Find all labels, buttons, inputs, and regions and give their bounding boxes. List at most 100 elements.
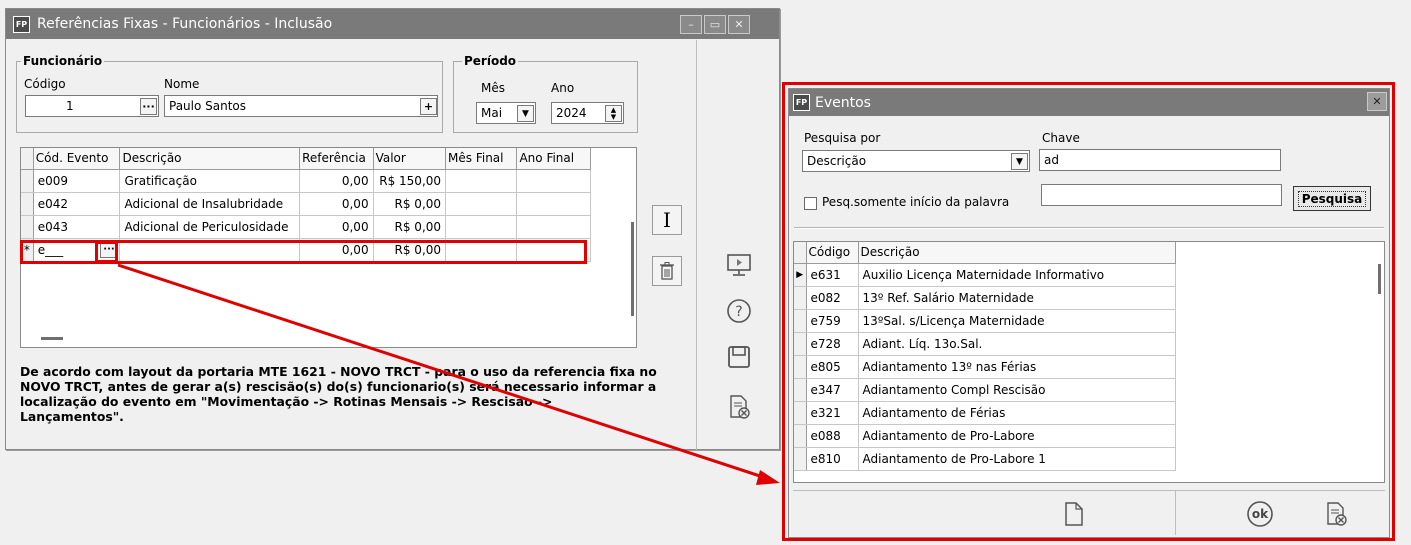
column-header[interactable]: Descrição bbox=[119, 148, 301, 170]
row-indicator[interactable]: ▶ bbox=[794, 263, 807, 287]
cancel-document-icon[interactable] bbox=[1319, 497, 1353, 531]
cell-descricao[interactable]: Adiantamento de Férias bbox=[858, 401, 1176, 425]
row-indicator[interactable] bbox=[794, 332, 807, 356]
cell-ano-final[interactable] bbox=[516, 215, 591, 239]
delete-row-button[interactable] bbox=[652, 256, 682, 286]
table-row[interactable]: e347 Adiantamento Compl Rescisão bbox=[794, 378, 1176, 402]
codigo-field[interactable]: 1 bbox=[25, 95, 159, 117]
column-header[interactable]: Código bbox=[806, 242, 859, 264]
row-indicator[interactable] bbox=[794, 309, 807, 333]
mes-dropdown-icon[interactable]: ▼ bbox=[517, 105, 534, 122]
row-indicator[interactable] bbox=[21, 215, 34, 239]
table-row[interactable]: e009 Gratificação 0,00 R$ 150,00 bbox=[21, 169, 591, 193]
nome-add-button[interactable]: + bbox=[420, 98, 437, 115]
table-row[interactable]: e088 Adiantamento de Pro-Labore bbox=[794, 424, 1176, 448]
palavra-checkbox-label[interactable]: Pesq.somente início da palavra bbox=[822, 195, 1009, 209]
cell-mes-final[interactable] bbox=[445, 192, 518, 216]
row-indicator[interactable] bbox=[794, 424, 807, 448]
table-row-new[interactable]: * e___ ··· 0,00 R$ 0,00 bbox=[21, 238, 591, 262]
cell-desc[interactable]: Adicional de Insalubridade bbox=[119, 192, 301, 216]
cell-ref[interactable]: 0,00 bbox=[299, 238, 374, 262]
column-header[interactable]: Valor bbox=[373, 148, 447, 170]
codigo-lookup-button[interactable]: ··· bbox=[140, 98, 157, 115]
row-indicator-new[interactable]: * bbox=[21, 238, 34, 262]
cell-ref[interactable]: 0,00 bbox=[299, 215, 374, 239]
cell-codigo[interactable]: e805 bbox=[806, 355, 859, 379]
cell-mes-final[interactable] bbox=[445, 215, 518, 239]
close-icon[interactable]: ✕ bbox=[728, 15, 750, 34]
palavra-checkbox[interactable] bbox=[804, 197, 817, 210]
cell-ref[interactable]: 0,00 bbox=[299, 169, 374, 193]
table-row[interactable]: e043 Adicional de Periculosidade 0,00 R$… bbox=[21, 215, 591, 239]
cell-cod[interactable]: e009 bbox=[33, 169, 121, 193]
minimize-icon[interactable]: – bbox=[680, 15, 702, 34]
eventos-titlebar[interactable]: FP Eventos ✕ bbox=[789, 89, 1389, 116]
new-document-icon[interactable] bbox=[1057, 497, 1091, 531]
row-indicator[interactable] bbox=[794, 355, 807, 379]
save-icon[interactable] bbox=[722, 340, 756, 374]
cell-cod[interactable]: e043 bbox=[33, 215, 121, 239]
event-lookup-button[interactable]: ··· bbox=[100, 240, 118, 258]
cell-codigo[interactable]: e728 bbox=[806, 332, 859, 356]
eventos-close-icon[interactable]: ✕ bbox=[1367, 92, 1387, 111]
table-row[interactable]: e042 Adicional de Insalubridade 0,00 R$ … bbox=[21, 192, 591, 216]
cell-ano-final[interactable] bbox=[516, 238, 591, 262]
cell-cod-editing[interactable]: e___ ··· bbox=[33, 238, 121, 262]
table-row[interactable]: e082 13º Ref. Salário Maternidade bbox=[794, 286, 1176, 310]
cell-descricao[interactable]: Adiantamento de Pro-Labore bbox=[858, 424, 1176, 448]
row-indicator[interactable] bbox=[794, 378, 807, 402]
row-indicator[interactable] bbox=[794, 401, 807, 425]
column-header[interactable]: Ano Final bbox=[516, 148, 591, 170]
insert-row-button[interactable]: I bbox=[652, 205, 682, 235]
cell-descricao[interactable]: Adiantamento Compl Rescisão bbox=[858, 378, 1176, 402]
horizontal-scrollbar[interactable] bbox=[41, 337, 63, 340]
column-header[interactable]: Cód. Evento bbox=[33, 148, 121, 170]
pesquisa-por-dropdown-icon[interactable]: ▼ bbox=[1011, 153, 1028, 170]
cell-codigo[interactable]: e088 bbox=[806, 424, 859, 448]
table-row[interactable]: ▶ e631 Auxilio Licença Maternidade Infor… bbox=[794, 263, 1176, 287]
cell-mes-final[interactable] bbox=[445, 238, 518, 262]
cell-descricao[interactable]: 13º Ref. Salário Maternidade bbox=[858, 286, 1176, 310]
cell-mes-final[interactable] bbox=[445, 169, 518, 193]
cell-codigo[interactable]: e631 bbox=[806, 263, 859, 287]
cancel-document-icon[interactable] bbox=[722, 390, 756, 424]
chave-input[interactable]: ad bbox=[1039, 149, 1281, 171]
cell-valor[interactable]: R$ 0,00 bbox=[373, 192, 447, 216]
table-row[interactable]: e321 Adiantamento de Férias bbox=[794, 401, 1176, 425]
row-indicator[interactable] bbox=[794, 447, 807, 471]
cell-ref[interactable]: 0,00 bbox=[299, 192, 374, 216]
cell-desc[interactable]: Adicional de Periculosidade bbox=[119, 215, 301, 239]
cell-codigo[interactable]: e321 bbox=[806, 401, 859, 425]
cell-descricao[interactable]: Adiantamento 13º nas Férias bbox=[858, 355, 1176, 379]
cell-codigo[interactable]: e810 bbox=[806, 447, 859, 471]
table-row[interactable]: e759 13ºSal. s/Licença Maternidade bbox=[794, 309, 1176, 333]
cell-codigo[interactable]: e759 bbox=[806, 309, 859, 333]
row-indicator[interactable] bbox=[794, 286, 807, 310]
cell-valor[interactable]: R$ 0,00 bbox=[373, 215, 447, 239]
cell-descricao[interactable]: Adiant. Líq. 13o.Sal. bbox=[858, 332, 1176, 356]
cell-cod[interactable]: e042 bbox=[33, 192, 121, 216]
row-indicator[interactable] bbox=[21, 169, 34, 193]
cell-codigo[interactable]: e082 bbox=[806, 286, 859, 310]
cell-codigo[interactable]: e347 bbox=[806, 378, 859, 402]
table-row[interactable]: e728 Adiant. Líq. 13o.Sal. bbox=[794, 332, 1176, 356]
cell-descricao[interactable]: Adiantamento de Pro-Labore 1 bbox=[858, 447, 1176, 471]
maximize-icon[interactable]: ▭ bbox=[704, 15, 726, 34]
pesquisa-por-select[interactable]: Descrição bbox=[802, 150, 1030, 172]
nome-field[interactable]: Paulo Santos bbox=[164, 95, 438, 117]
cell-valor[interactable]: R$ 150,00 bbox=[373, 169, 447, 193]
help-icon[interactable]: ? bbox=[722, 294, 756, 328]
column-header[interactable]: Descrição bbox=[858, 242, 1176, 264]
cell-descricao[interactable]: Auxilio Licença Maternidade Informativo bbox=[858, 263, 1176, 287]
monitor-icon[interactable] bbox=[722, 248, 756, 282]
main-titlebar[interactable]: FP Referências Fixas - Funcionários - In… bbox=[6, 9, 779, 39]
table-row[interactable]: e810 Adiantamento de Pro-Labore 1 bbox=[794, 447, 1176, 471]
cell-ano-final[interactable] bbox=[516, 169, 591, 193]
cell-ano-final[interactable] bbox=[516, 192, 591, 216]
cell-descricao[interactable]: 13ºSal. s/Licença Maternidade bbox=[858, 309, 1176, 333]
vertical-scrollbar[interactable] bbox=[631, 222, 634, 316]
cell-valor[interactable]: R$ 0,00 bbox=[373, 238, 447, 262]
column-header[interactable]: Mês Final bbox=[445, 148, 518, 170]
ok-button[interactable]: ok bbox=[1243, 497, 1277, 531]
eventos-scrollbar[interactable] bbox=[1378, 264, 1381, 294]
